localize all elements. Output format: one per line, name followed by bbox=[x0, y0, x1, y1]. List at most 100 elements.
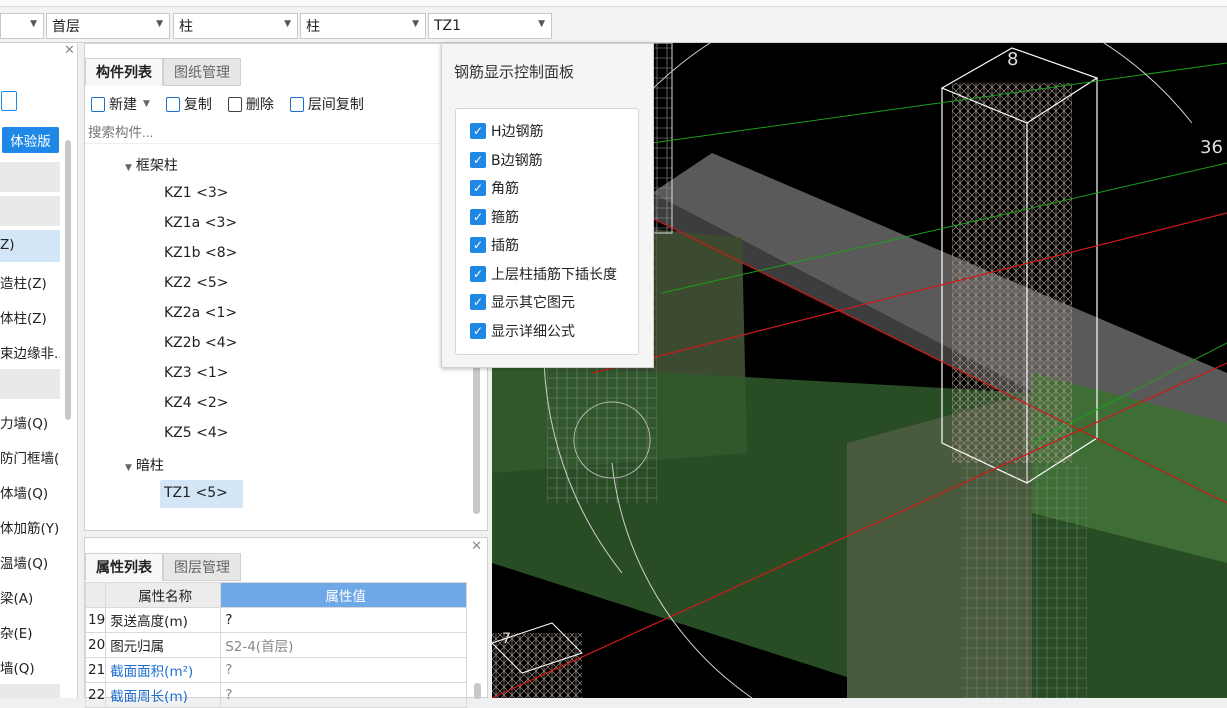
component-tabs: 构件列表 图纸管理 bbox=[85, 58, 241, 86]
viewport-label-36: 36 bbox=[1200, 137, 1223, 158]
option-dowel[interactable]: ✓ 插筋 bbox=[470, 234, 519, 256]
dropdown-category[interactable]: 柱 ▼ bbox=[173, 13, 298, 39]
chevron-down-icon: ▼ bbox=[30, 19, 37, 29]
nav-item[interactable]: 墙(Q) bbox=[0, 657, 60, 677]
dropdown-project[interactable]: ▼ bbox=[0, 13, 44, 39]
new-icon bbox=[91, 96, 105, 112]
trial-badge[interactable]: 体验版 bbox=[2, 127, 59, 153]
checkbox-checked-icon[interactable]: ✓ bbox=[470, 237, 486, 253]
checkbox-checked-icon[interactable]: ✓ bbox=[470, 152, 486, 168]
option-stirrup[interactable]: ✓ 箍筋 bbox=[470, 206, 519, 228]
tree-item[interactable]: KZ3 <1> bbox=[164, 365, 229, 381]
property-name: 图元归属 bbox=[105, 632, 222, 658]
property-value[interactable]: ? bbox=[220, 657, 467, 683]
nav-item[interactable]: 防门框墙(. bbox=[0, 447, 60, 467]
tree-group-hidden-column[interactable]: ▼ 暗柱 bbox=[125, 455, 164, 475]
new-button[interactable]: 新建 ▼ bbox=[91, 94, 150, 114]
tree-item[interactable]: KZ1b <8> bbox=[164, 245, 237, 261]
tree-item[interactable]: KZ4 <2> bbox=[164, 395, 229, 411]
table-row[interactable]: 22 截面周长(m) ? bbox=[84, 682, 467, 708]
scrollbar[interactable] bbox=[474, 683, 481, 699]
close-icon[interactable]: ✕ bbox=[471, 539, 482, 554]
checkbox-checked-icon[interactable]: ✓ bbox=[470, 209, 486, 225]
dropdown-type[interactable]: 柱 ▼ bbox=[300, 13, 426, 39]
option-upper-dowel-length[interactable]: ✓ 上层柱插筋下插长度 bbox=[470, 263, 617, 285]
property-value[interactable]: ? bbox=[220, 682, 467, 708]
option-corner-rebar[interactable]: ✓ 角筋 bbox=[470, 177, 519, 199]
component-list-panel: 构件列表 图纸管理 新建 ▼ 复制 删除 层间复制 ▼框架柱 KZ1 <3> K… bbox=[84, 43, 488, 531]
nav-group-header bbox=[0, 369, 60, 399]
list-icon[interactable] bbox=[1, 91, 17, 111]
tab-layer-manager[interactable]: 图层管理 bbox=[163, 553, 241, 581]
tree-item[interactable]: KZ1a <3> bbox=[164, 215, 237, 231]
tree-item[interactable]: KZ5 <4> bbox=[164, 425, 229, 441]
nav-group-header bbox=[0, 196, 60, 226]
option-show-formula[interactable]: ✓ 显示详细公式 bbox=[470, 320, 575, 342]
checkbox-checked-icon[interactable]: ✓ bbox=[470, 323, 486, 339]
dropdown-component[interactable]: TZ1 ▼ bbox=[428, 13, 552, 39]
nav-item[interactable]: 梁(A) bbox=[0, 587, 60, 607]
nav-item[interactable]: 束边缘非.. bbox=[0, 342, 60, 362]
new-label: 新建 bbox=[109, 97, 137, 113]
table-row[interactable]: 20 图元归属 S2-4(首层) bbox=[84, 632, 467, 658]
table-row[interactable]: 21 截面面积(m²) ? bbox=[84, 657, 467, 683]
left-nav-panel: ✕ 体验版 Z) 造柱(Z) 体柱(Z) 束边缘非.. 力墙(Q) 防门框墙(.… bbox=[0, 43, 78, 698]
tree-item-selected[interactable]: TZ1 <5> bbox=[164, 485, 228, 501]
nav-item[interactable]: 体墙(Q) bbox=[0, 482, 60, 502]
chevron-down-icon: ▼ bbox=[143, 99, 150, 109]
nav-item[interactable]: 温墙(Q) bbox=[0, 552, 60, 572]
nav-item[interactable]: 体柱(Z) bbox=[0, 307, 60, 327]
checkbox-checked-icon[interactable]: ✓ bbox=[470, 123, 486, 139]
tree-item[interactable]: KZ2 <5> bbox=[164, 275, 229, 291]
checkbox-checked-icon[interactable]: ✓ bbox=[470, 266, 486, 282]
nav-item[interactable]: Z) bbox=[0, 237, 60, 253]
tab-property-list[interactable]: 属性列表 bbox=[85, 553, 163, 581]
chevron-down-icon: ▼ bbox=[412, 19, 419, 29]
nav-item[interactable]: 造柱(Z) bbox=[0, 272, 60, 292]
close-icon[interactable]: ✕ bbox=[64, 43, 75, 58]
property-table: 属性名称 属性值 19 泵送高度(m) ? 20 图元归属 S2-4(首层) 2… bbox=[84, 582, 467, 708]
dropdown-floor[interactable]: 首层 ▼ bbox=[46, 13, 170, 39]
tab-component-list[interactable]: 构件列表 bbox=[85, 58, 163, 86]
nav-group-header bbox=[0, 162, 60, 192]
table-row[interactable]: 19 泵送高度(m) ? bbox=[84, 607, 467, 633]
chevron-down-icon: ▼ bbox=[284, 19, 291, 29]
tree-group-frame-column[interactable]: ▼ 框架柱 bbox=[125, 155, 178, 175]
checkbox-checked-icon[interactable]: ✓ bbox=[470, 294, 486, 310]
tree-group-label: 暗柱 bbox=[135, 458, 164, 474]
nav-group-header bbox=[0, 684, 60, 698]
tree-item[interactable]: KZ2b <4> bbox=[164, 335, 237, 351]
option-label: 上层柱插筋下插长度 bbox=[491, 267, 617, 283]
dropdown-value: 柱 bbox=[306, 19, 320, 35]
floor-copy-icon bbox=[289, 96, 304, 112]
option-show-other[interactable]: ✓ 显示其它图元 bbox=[470, 291, 575, 313]
dropdown-value: 首层 bbox=[52, 19, 80, 35]
top-toolbar: ▼ 首层 ▼ 柱 ▼ 柱 ▼ TZ1 ▼ bbox=[0, 0, 1227, 43]
header-property-value: 属性值 bbox=[220, 582, 467, 608]
chevron-down-icon: ▼ bbox=[125, 163, 132, 173]
floor-copy-button[interactable]: 层间复制 bbox=[289, 94, 364, 114]
rebar-display-panel: 钢筋显示控制面板 ✓ H边钢筋 ✓ B边钢筋 ✓ 角筋 ✓ 箍筋 ✓ 插筋 ✓ 上层柱插筋下… bbox=[441, 43, 654, 368]
checkbox-checked-icon[interactable]: ✓ bbox=[470, 180, 486, 196]
copy-button[interactable]: 复制 bbox=[165, 94, 212, 114]
option-b-rebar[interactable]: ✓ B边钢筋 bbox=[470, 149, 543, 171]
nav-item[interactable]: 杂(E) bbox=[0, 622, 60, 642]
rebar-column bbox=[962, 463, 1087, 698]
delete-label: 删除 bbox=[245, 97, 274, 113]
scrollbar[interactable] bbox=[65, 140, 71, 420]
delete-button[interactable]: 删除 bbox=[227, 94, 274, 114]
tree-item[interactable]: KZ2a <1> bbox=[164, 305, 237, 321]
option-h-rebar[interactable]: ✓ H边钢筋 bbox=[470, 120, 544, 142]
search-input[interactable] bbox=[85, 122, 487, 144]
component-toolbar: 新建 ▼ 复制 删除 层间复制 bbox=[85, 90, 487, 118]
property-value[interactable]: S2-4(首层) bbox=[220, 632, 467, 658]
copy-label: 复制 bbox=[183, 97, 212, 113]
trash-icon bbox=[227, 96, 242, 112]
tree-item[interactable]: KZ1 <3> bbox=[164, 185, 229, 201]
property-name: 泵送高度(m) bbox=[105, 607, 222, 633]
nav-item[interactable]: 体加筋(Y) bbox=[0, 517, 60, 537]
ribbon-strip bbox=[0, 0, 1227, 7]
tab-drawing-manager[interactable]: 图纸管理 bbox=[163, 58, 241, 86]
nav-item[interactable]: 力墙(Q) bbox=[0, 412, 60, 432]
property-value[interactable]: ? bbox=[220, 607, 467, 633]
